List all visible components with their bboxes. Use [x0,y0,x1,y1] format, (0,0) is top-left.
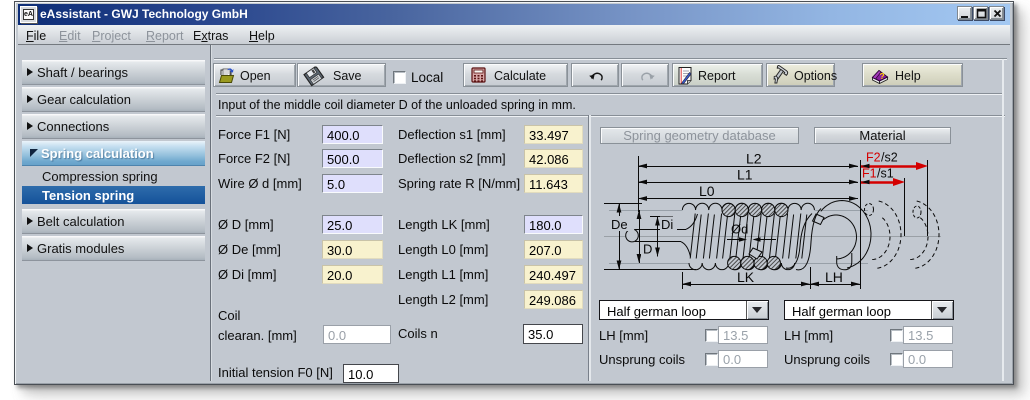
svg-text:L1: L1 [737,167,753,183]
svg-text:F2: F2 [866,151,881,165]
svg-text:F1: F1 [862,167,877,181]
svg-text:Ød: Ød [731,222,748,237]
svg-text:LK: LK [737,269,755,285]
svg-text:/s1: /s1 [877,167,894,181]
svg-text:D: D [643,242,652,257]
svg-text:Di: Di [661,217,673,232]
svg-text:L2: L2 [746,151,762,167]
svg-text:?: ? [880,71,885,81]
svg-text:De: De [611,217,628,232]
svg-text:L0: L0 [699,183,715,199]
svg-text:LH: LH [825,269,843,285]
svg-text:/s2: /s2 [881,151,898,165]
